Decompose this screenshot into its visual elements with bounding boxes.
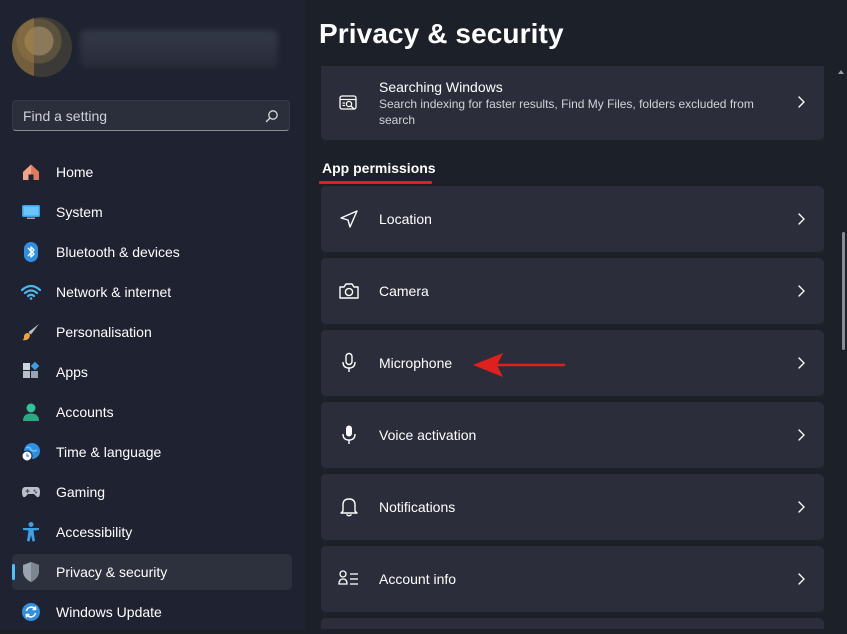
permission-label: Account info (379, 571, 457, 587)
sidebar-item-label: Accessibility (56, 524, 133, 540)
sidebar-item-label: Network & internet (56, 284, 172, 300)
permission-voice-activation[interactable]: Voice activation (321, 402, 824, 468)
shield-icon (20, 561, 42, 583)
accessibility-icon (20, 521, 42, 543)
sidebar-item-label: Personalisation (56, 324, 152, 340)
annotation-underline (319, 181, 432, 184)
app-permissions-heading: App permissions (322, 160, 436, 176)
sidebar-item-system[interactable]: System (12, 194, 292, 230)
gamepad-icon (20, 481, 42, 503)
sidebar-item-label: Time & language (56, 444, 162, 460)
search-window-icon (338, 92, 360, 114)
page-title: Privacy & security (319, 18, 564, 49)
sidebar-item-gaming[interactable]: Gaming (12, 474, 292, 510)
permission-location[interactable]: Location (321, 186, 824, 252)
sidebar-item-label: Privacy & security (56, 564, 168, 580)
chevron-right-icon (798, 429, 805, 441)
permission-label: Voice activation (379, 427, 477, 443)
apps-icon (20, 361, 42, 383)
scroll-up-arrow-icon[interactable] (837, 68, 845, 76)
permission-camera[interactable]: Camera (321, 258, 824, 324)
person-icon (20, 401, 42, 423)
sidebar-item-apps[interactable]: Apps (12, 354, 292, 390)
chevron-right-icon (798, 357, 805, 369)
home-icon (20, 161, 42, 183)
sidebar-item-time-language[interactable]: Time & language (12, 434, 292, 470)
sidebar: Home System Bluetooth & devices (0, 0, 305, 629)
chevron-right-icon (798, 96, 805, 108)
permission-notifications[interactable]: Notifications (321, 474, 824, 540)
search-icon[interactable] (265, 109, 279, 123)
scrollbar-thumb[interactable] (842, 232, 845, 350)
permission-microphone[interactable]: Microphone (321, 330, 824, 396)
camera-icon (338, 280, 360, 302)
sidebar-item-label: Home (56, 164, 94, 180)
sidebar-item-bluetooth[interactable]: Bluetooth & devices (12, 234, 292, 270)
permission-next-card[interactable] (321, 618, 824, 629)
sidebar-item-label: System (56, 204, 103, 220)
wifi-icon (20, 281, 42, 303)
microphone-icon (338, 352, 360, 374)
permission-label: Location (379, 211, 432, 227)
user-name-blurred (80, 30, 278, 68)
chevron-right-icon (798, 573, 805, 585)
update-icon (20, 601, 42, 623)
permission-label: Notifications (379, 499, 456, 515)
sidebar-item-network[interactable]: Network & internet (12, 274, 292, 310)
searching-windows-card[interactable]: Searching Windows Search indexing for fa… (321, 66, 824, 140)
sidebar-nav: Home System Bluetooth & devices Network … (12, 154, 292, 634)
searching-windows-description: Search indexing for faster results, Find… (379, 97, 754, 127)
bluetooth-icon (20, 241, 42, 263)
sidebar-item-privacy-security[interactable]: Privacy & security (12, 554, 292, 590)
annotation-arrow-icon (473, 353, 566, 377)
sidebar-item-label: Accounts (56, 404, 114, 420)
main-content: Privacy & security Searching Windows Sea… (305, 0, 847, 629)
globe-clock-icon (20, 441, 42, 463)
voice-mic-icon (338, 424, 360, 446)
location-icon (338, 208, 360, 230)
user-avatar[interactable] (12, 17, 72, 77)
sidebar-item-label: Gaming (56, 484, 106, 500)
permission-label: Microphone (379, 355, 453, 371)
sidebar-item-label: Bluetooth & devices (56, 244, 180, 260)
chevron-right-icon (798, 501, 805, 513)
chevron-right-icon (798, 285, 805, 297)
monitor-icon (20, 201, 42, 223)
search-box[interactable] (12, 100, 290, 131)
sidebar-item-accessibility[interactable]: Accessibility (12, 514, 292, 550)
permission-account-info[interactable]: Account info (321, 546, 824, 612)
permission-label: Camera (379, 283, 429, 299)
brush-icon (20, 321, 42, 343)
sidebar-item-home[interactable]: Home (12, 154, 292, 190)
sidebar-item-personalisation[interactable]: Personalisation (12, 314, 292, 350)
sidebar-item-accounts[interactable]: Accounts (12, 394, 292, 430)
chevron-right-icon (798, 213, 805, 225)
account-info-icon (338, 568, 360, 590)
sidebar-item-label: Windows Update (56, 604, 162, 620)
search-input[interactable] (13, 101, 253, 130)
sidebar-item-windows-update[interactable]: Windows Update (12, 594, 292, 630)
searching-windows-label: Searching Windows (379, 79, 503, 95)
sidebar-item-label: Apps (56, 364, 88, 380)
bell-icon (338, 496, 360, 518)
